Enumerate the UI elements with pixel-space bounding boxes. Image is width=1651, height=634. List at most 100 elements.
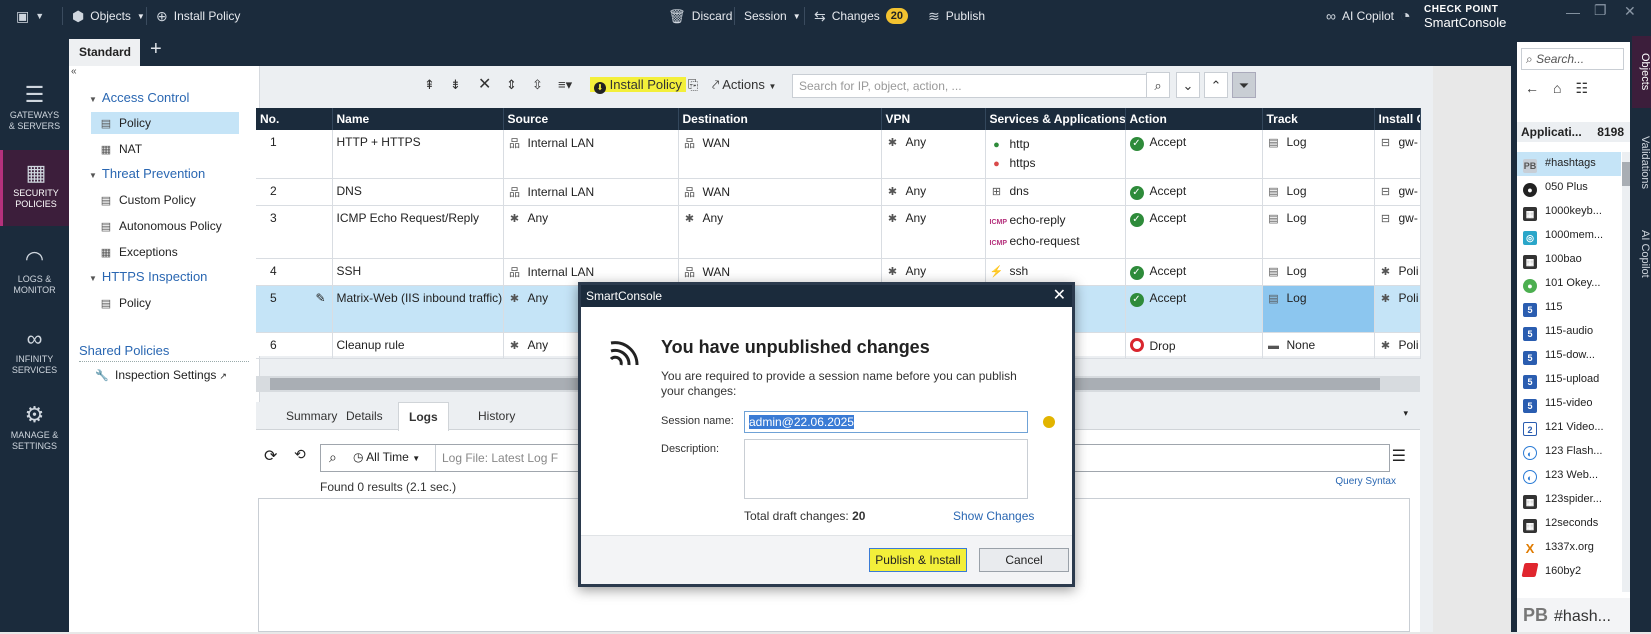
list-item[interactable]: ▦ 100bao [1517, 248, 1621, 272]
discard-button[interactable]: 🗑 Discard [668, 0, 732, 32]
chevron-down-icon[interactable]: ⌄ [1176, 72, 1200, 98]
nav-logs-monitor[interactable]: ◠ LOGS & MONITOR [0, 246, 69, 316]
session-name-input[interactable]: admin@22.06.2025 [744, 411, 1028, 433]
session-menu[interactable]: Session ▼ [744, 0, 801, 32]
list-item[interactable]: ◐ 123 Web... [1517, 464, 1621, 488]
publish-install-button[interactable]: Publish & Install [869, 548, 967, 572]
close-icon[interactable]: ✕ [1053, 285, 1066, 307]
col-services[interactable]: Services & Applications [985, 108, 1126, 130]
tab-standard[interactable]: Standard [69, 39, 140, 66]
maximize-icon[interactable]: ❐ [1594, 2, 1607, 19]
minimize-icon[interactable]: — [1566, 4, 1580, 20]
description-textarea[interactable] [744, 439, 1028, 499]
filter-icon[interactable]: ⏷ [1232, 72, 1256, 98]
hamburger-icon[interactable]: ☰ [1392, 446, 1406, 466]
col-destination[interactable]: Destination [678, 108, 882, 130]
list-item[interactable]: X 1337x.org [1517, 536, 1621, 560]
tree-shared-policies[interactable]: Shared Policies [79, 340, 249, 362]
nav-infinity-services[interactable]: ∞ INFINITY SERVICES [0, 326, 69, 396]
list-item[interactable]: 5 115 [1517, 296, 1621, 320]
list-icon[interactable]: ☷ [1575, 80, 1602, 96]
actions-menu[interactable]: ⤤ Actions ▼ [712, 72, 776, 98]
app-menu-button[interactable]: ▣ ▼ [16, 0, 44, 32]
home-icon[interactable]: ⌂ [1553, 80, 1575, 96]
tab-details[interactable]: Details [336, 402, 393, 430]
add-rule-below-icon[interactable]: ⇟ [450, 72, 461, 98]
col-action[interactable]: Action [1125, 108, 1263, 130]
list-item[interactable]: ◎ 1000mem... [1517, 224, 1621, 248]
col-install-on[interactable]: Install O [1374, 108, 1421, 130]
object-search-input[interactable]: ⌕ Search... [1521, 48, 1624, 70]
col-vpn[interactable]: VPN [881, 108, 986, 130]
table-row[interactable]: 2 DNS 品 Internal LAN 品 WAN ✱ Any ⊞ dns ✓ Acce… [256, 178, 1421, 206]
objects-menu[interactable]: ⬢ Objects ▼ [72, 0, 145, 32]
tree-https-inspection[interactable]: ▼ HTTPS Inspection [89, 266, 207, 288]
rule-search-input[interactable]: Search for IP, object, action, ... [792, 74, 1148, 98]
tree-autonomous-policy[interactable]: ▤ Autonomous Policy [99, 215, 222, 237]
nav-manage-settings[interactable]: ⚙ MANAGE & SETTINGS [0, 402, 69, 472]
list-scrollbar[interactable] [1622, 152, 1630, 592]
nav-gateways-servers[interactable]: ☰ GATEWAYS & SERVERS [0, 82, 69, 152]
col-track[interactable]: Track [1262, 108, 1375, 130]
tree-custom-policy[interactable]: ▤ Custom Policy [99, 189, 196, 211]
list-item[interactable]: ● 050 Plus [1517, 176, 1621, 200]
table-row[interactable]: 3 ICMP Echo Request/Reply ✱ Any ✱ Any ✱ Any… [256, 205, 1421, 259]
table-row[interactable]: 1 HTTP + HTTPS 品 Internal LAN 品 WAN ✱ Any ●… [256, 130, 1421, 179]
search-icon[interactable]: ⌕ [329, 449, 337, 466]
add-rule-above-icon[interactable]: ⇞ [424, 72, 435, 98]
ai-copilot-button[interactable]: ∞ AI Copilot [1326, 0, 1394, 32]
install-policy-button[interactable]: ⬇ Install Policy [590, 72, 686, 98]
tip-icon[interactable] [1043, 416, 1055, 428]
changes-button[interactable]: ⇆ Changes 20 [814, 0, 909, 32]
expand-icon[interactable]: ⇕ [506, 72, 517, 98]
scrollbar-thumb[interactable] [1622, 162, 1630, 186]
list-item[interactable]: PB #hashtags [1517, 152, 1621, 176]
tree-https-policy[interactable]: ▤ Policy [99, 292, 151, 314]
tab-logs[interactable]: Logs [398, 402, 449, 431]
cancel-button[interactable]: Cancel [979, 548, 1069, 572]
list-item[interactable]: 5 115-audio [1517, 320, 1621, 344]
search-icon[interactable]: ⌕ [1146, 72, 1170, 98]
publish-button[interactable]: ≋ Publish [928, 0, 985, 32]
delete-rule-icon[interactable]: ✕ [478, 72, 491, 98]
list-item[interactable]: ▦ 1000keyb... [1517, 200, 1621, 224]
tree-nat[interactable]: ▦ NAT [99, 138, 142, 160]
collapse-icon[interactable]: ⇳ [532, 72, 543, 98]
tab-objects[interactable]: Objects [1632, 36, 1651, 108]
list-item[interactable]: 5 115-dow... [1517, 344, 1621, 368]
query-options-icon[interactable]: ⟲ [294, 446, 306, 463]
query-syntax-link[interactable]: Query Syntax [1335, 476, 1396, 487]
refresh-icon[interactable]: ⟳ [264, 446, 277, 466]
install-policy-top-button[interactable]: ⊕ Install Policy [156, 0, 240, 32]
list-item[interactable]: ▦ 123spider... [1517, 488, 1621, 512]
category-header[interactable]: Applicati... 8198 [1517, 122, 1630, 142]
list-item[interactable]: 160by2 [1517, 560, 1621, 584]
pane-menu-icon[interactable]: ▾ [1403, 408, 1408, 419]
col-name[interactable]: Name [332, 108, 504, 130]
chevron-up-icon[interactable]: ⌃ [1204, 72, 1228, 98]
collapse-pane-icon[interactable]: « [71, 66, 77, 77]
tab-history[interactable]: History [468, 402, 525, 430]
time-filter-dropdown[interactable]: ◷ All Time ▼ [353, 450, 420, 464]
list-item[interactable]: ◐ 123 Flash... [1517, 440, 1621, 464]
sections-icon[interactable]: ≡▾ [558, 72, 572, 98]
add-tab-icon[interactable]: + [150, 38, 162, 61]
tree-inspection-settings[interactable]: 🔧 Inspection Settings ↗ [95, 364, 227, 386]
col-source[interactable]: Source [503, 108, 679, 130]
tree-access-control[interactable]: ▼ Access Control [89, 87, 189, 109]
list-item[interactable]: ▦ 12seconds [1517, 512, 1621, 536]
back-icon[interactable]: ← [1525, 80, 1553, 96]
tree-threat-prevention[interactable]: ▼ Threat Prevention [89, 163, 205, 185]
list-item[interactable]: 5 115-video [1517, 392, 1621, 416]
tree-access-policy[interactable]: ▤ Policy [91, 112, 239, 134]
list-item[interactable]: 2 121 Video... [1517, 416, 1621, 440]
close-icon[interactable]: ✕ [1624, 3, 1636, 20]
show-changes-link[interactable]: Show Changes [953, 509, 1034, 523]
list-item[interactable]: 5 115-upload [1517, 368, 1621, 392]
tab-validations[interactable]: Validations [1632, 116, 1651, 208]
tree-exceptions[interactable]: ▦ Exceptions [99, 241, 178, 263]
nav-security-policies[interactable]: ▦ SECURITY POLICIES [0, 150, 69, 226]
list-item[interactable]: ● 101 Okey... [1517, 272, 1621, 296]
verify-icon[interactable]: ⎘ [688, 72, 698, 98]
tab-ai-copilot[interactable]: AI Copilot [1632, 214, 1651, 294]
